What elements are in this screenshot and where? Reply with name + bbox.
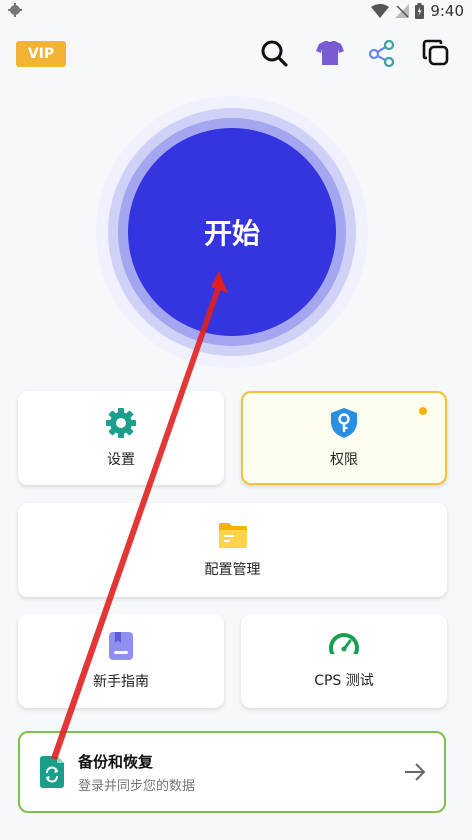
speedometer-icon bbox=[328, 633, 360, 660]
permissions-label: 权限 bbox=[330, 452, 358, 468]
battery-icon bbox=[415, 3, 425, 19]
search-button[interactable] bbox=[258, 37, 290, 69]
tshirt-icon bbox=[316, 41, 344, 65]
status-bar: 9:40 bbox=[0, 0, 472, 22]
beginner-guide-card[interactable]: 新手指南 bbox=[18, 614, 224, 708]
permissions-card[interactable]: 权限 bbox=[241, 391, 447, 485]
share-icon bbox=[368, 39, 395, 68]
guide-book-icon bbox=[109, 632, 133, 660]
no-signal-icon bbox=[395, 4, 410, 18]
config-management-label: 配置管理 bbox=[204, 562, 261, 578]
status-time: 9:40 bbox=[430, 2, 464, 20]
gear-icon bbox=[106, 408, 136, 438]
shield-key-icon bbox=[331, 408, 357, 438]
cps-test-card[interactable]: CPS 测试 bbox=[241, 614, 447, 708]
system-indicator-icon bbox=[8, 3, 22, 17]
vip-badge-button[interactable]: VIP bbox=[16, 41, 66, 67]
arrow-right-icon bbox=[405, 763, 426, 781]
settings-card[interactable]: 设置 bbox=[18, 391, 224, 485]
backup-document-icon bbox=[40, 756, 64, 788]
wifi-icon bbox=[371, 4, 390, 18]
settings-label: 设置 bbox=[107, 452, 135, 468]
beginner-guide-label: 新手指南 bbox=[93, 674, 149, 690]
cps-test-label: CPS 测试 bbox=[314, 673, 374, 689]
search-icon bbox=[261, 40, 288, 67]
backup-restore-card[interactable]: 备份和恢复 登录并同步您的数据 bbox=[18, 731, 446, 813]
folder-icon bbox=[218, 523, 247, 548]
start-button[interactable]: 开始 bbox=[128, 128, 336, 336]
multi-window-button[interactable] bbox=[420, 37, 452, 69]
windows-icon bbox=[422, 39, 449, 66]
share-button[interactable] bbox=[366, 37, 398, 69]
backup-title: 备份和恢复 bbox=[78, 752, 154, 771]
notification-dot bbox=[419, 407, 427, 415]
theme-button[interactable] bbox=[314, 37, 346, 69]
backup-subtitle: 登录并同步您的数据 bbox=[78, 778, 196, 794]
config-management-card[interactable]: 配置管理 bbox=[18, 503, 447, 597]
start-button-wrap: 开始 bbox=[96, 96, 368, 368]
